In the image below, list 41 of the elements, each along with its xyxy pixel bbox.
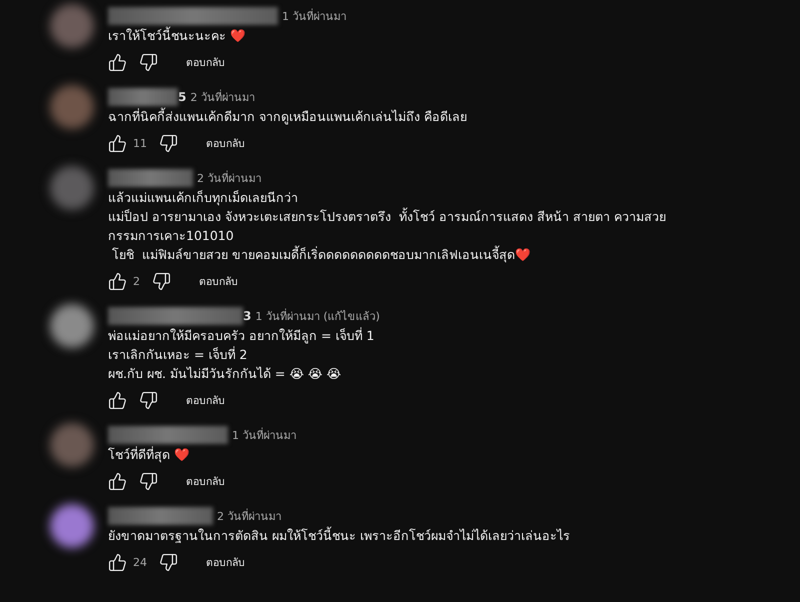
comment-time: 2 วันที่ผ่านมา — [197, 170, 262, 187]
reply-button[interactable]: ตอบกลับ — [178, 388, 233, 412]
reply-button[interactable]: ตอบกลับ — [198, 130, 253, 156]
like-count: 24 — [133, 556, 147, 568]
reply-button[interactable]: ตอบกลับ — [198, 550, 253, 574]
comment-time: 2 วันที่ผ่านมา — [217, 508, 282, 525]
like-icon[interactable] — [108, 134, 127, 152]
comment-text: โยชิ แม่ฟิมล์ขายสวย ขายคอมเมดี้ก็เริ่ดดดดดดดดดชอบมากเลิฟเอนเนจี้สุด❤ — [110, 245, 532, 264]
comment-text: ยังขาดมาตรฐานในการตัดสิน ผมให้โชว์นี้ชนะ เพราะอีกโชว์ผมจำไม่ได้เลยว่าเล่นอะไร — [108, 526, 570, 545]
dislike-icon[interactable] — [139, 52, 158, 72]
like-count: 11 — [133, 136, 147, 150]
comment-text: เราเลิกกันเหอะ = เจ็บที่ 2 — [108, 345, 248, 364]
dislike-icon[interactable] — [139, 390, 158, 410]
username-tail: 5 — [178, 90, 186, 104]
reply-button[interactable]: ตอบกลับ — [178, 50, 233, 74]
like-icon[interactable] — [108, 552, 127, 572]
comment-text: ผช.กับ ผช. มันไม่มีวันรักกันได้ = 😭 😭 😭 — [108, 365, 342, 383]
dislike-icon[interactable] — [159, 552, 178, 572]
comment-text: แม่ป็อป อารยามาเอง จังหวะเตะเสยกระโปรงตราตรึง ทั้งโชว์ อารมณ์การแสดง สีหน้า สายตา ความสวย — [108, 207, 666, 226]
like-icon[interactable] — [108, 272, 127, 290]
like-count: 2 — [133, 274, 140, 288]
reply-button[interactable]: ตอบกลับ — [178, 468, 233, 494]
comment-time: 1 วันที่ผ่านมา — [232, 426, 296, 444]
comment-text: พ่อแม่อยากให้มีครอบครัว อยากให้มีลูก = เจ็บที่ 1 — [108, 326, 376, 345]
blurred-username — [108, 88, 178, 106]
username-tail: 3 — [243, 309, 252, 323]
like-icon[interactable] — [108, 472, 127, 490]
reply-button[interactable]: ตอบกลับ — [191, 268, 246, 294]
comment-time: 1 วันที่ผ่านมา (แก้ไขแล้ว) — [255, 308, 380, 325]
dislike-icon[interactable] — [139, 472, 158, 490]
like-icon[interactable] — [108, 390, 127, 410]
like-icon[interactable] — [108, 52, 127, 72]
comment-text: แล้วแม่แพนเค้กเก็บทุกเม็ดเลยนีกว่า — [108, 189, 299, 207]
dislike-icon[interactable] — [152, 272, 171, 290]
comment-text: โชว์ที่ดีที่สุด ❤ — [108, 445, 191, 464]
comment-text: เราให้โชว์นี้ชนะนะคะ ❤ — [108, 26, 247, 45]
comment-time: 1 วันที่ผ่านมา — [282, 8, 346, 25]
dislike-icon[interactable] — [159, 134, 178, 152]
comment-text: กรรมการเคาะ101010 — [108, 227, 235, 245]
comment-time: 2 วันที่ผ่านมา — [190, 88, 255, 106]
comment-text: ฉากที่นิคกี้ส่งแพนเค้กดีมาก จากดูเหมือนแพนเค้กเล่นไม่ถึง คือดีเลย — [108, 107, 467, 126]
